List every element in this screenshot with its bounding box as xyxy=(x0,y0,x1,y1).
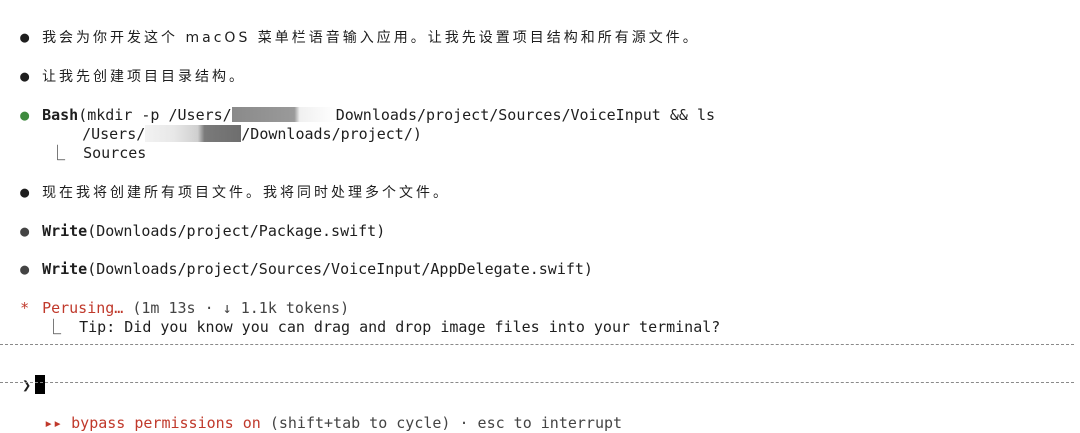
message-1: ● 我会为你开发这个 macOS 菜单栏语音输入应用。让我先设置项目结构和所有源文… xyxy=(20,28,700,46)
mode-footer: ▸▸ bypass permissions on (shift+tab to c… xyxy=(26,395,622,433)
bullet-icon: ● xyxy=(20,222,30,240)
mode-arrows-icon: ▸▸ xyxy=(44,414,63,432)
message-3: ● 现在我将创建所有项目文件。我将同时处理多个文件。 xyxy=(20,183,451,201)
tip-line: ⎿ Tip: Did you know you can drag and dro… xyxy=(46,318,721,336)
bullet-icon: ● xyxy=(20,67,30,85)
write-tool-call-1: ● Write(Downloads/project/Package.swift) xyxy=(20,222,386,240)
tool-name: Write xyxy=(42,260,88,278)
prompt-chevron-icon: ❯ xyxy=(22,376,32,394)
bullet-icon: ● xyxy=(20,183,30,201)
tree-branch-icon: ⎿ xyxy=(46,318,80,336)
write-tool-call-2: ● Write(Downloads/project/Sources/VoiceIn… xyxy=(20,260,593,278)
message-2: ● 让我先创建项目目录结构。 xyxy=(20,67,247,85)
bullet-icon: ● xyxy=(20,28,30,46)
divider-bottom xyxy=(0,382,1074,383)
mode-label: bypass permissions on xyxy=(71,414,261,432)
success-bullet-icon: ● xyxy=(20,106,30,124)
mode-hint: (shift+tab to cycle) · esc to interrupt xyxy=(269,414,623,432)
text-cursor xyxy=(35,375,46,394)
tree-branch-icon: ⎿ xyxy=(50,144,84,162)
bash-output: ⎿ Sources xyxy=(50,144,147,162)
tool-name: Write xyxy=(42,222,88,240)
redacted-username xyxy=(145,125,242,142)
divider-top xyxy=(0,344,1074,345)
bullet-icon: ● xyxy=(20,260,30,278)
prompt-input[interactable]: ❯ xyxy=(4,356,46,395)
